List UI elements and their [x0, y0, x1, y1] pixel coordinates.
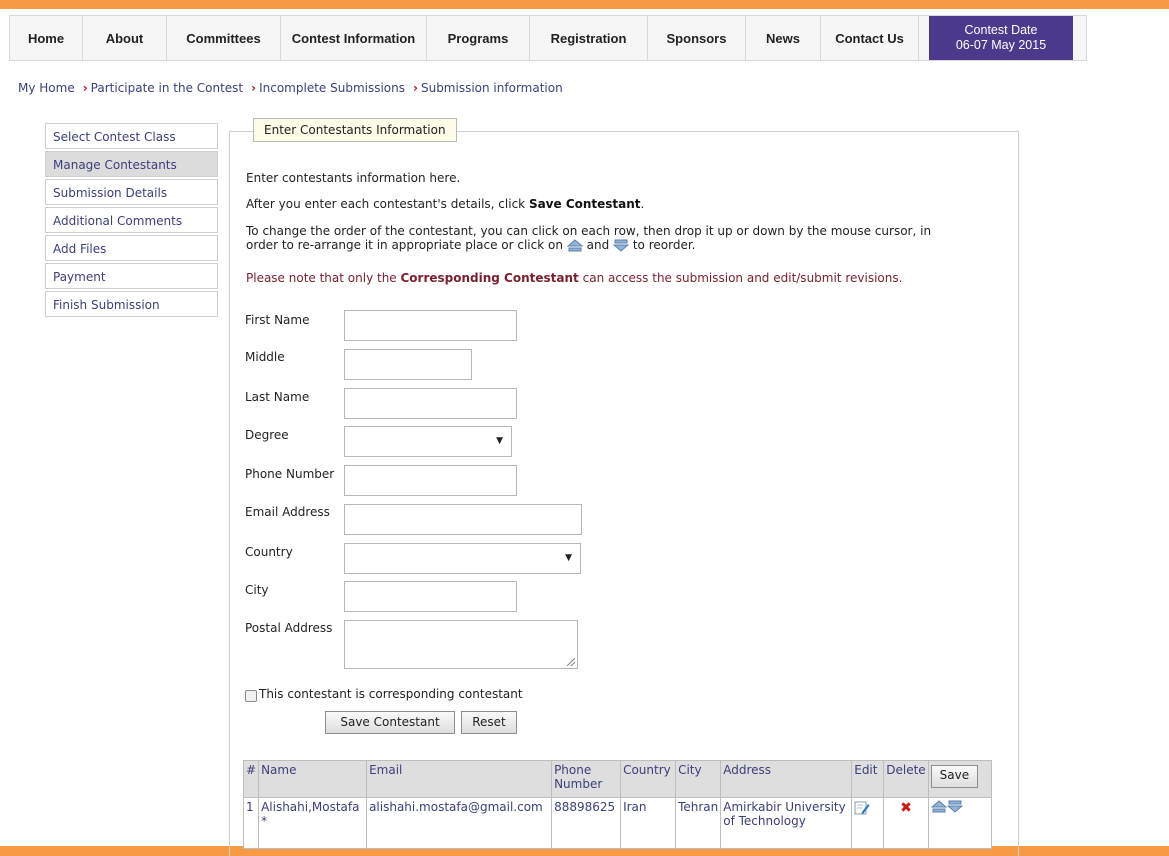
cell-number: 1: [242, 797, 260, 849]
nav-programs[interactable]: Programs: [427, 16, 530, 60]
col-header-edit: Edit: [851, 760, 885, 798]
save-hint-suffix: .: [640, 197, 645, 211]
top-navigation: Home About Committees Contest Informatio…: [9, 15, 1087, 61]
col-header-email: Email: [366, 760, 553, 798]
col-header-save: Save: [927, 760, 992, 798]
cell-email: alishahi.mostafa@gmail.com: [366, 797, 553, 849]
nav-committees[interactable]: Committees: [167, 16, 281, 60]
last-name-input[interactable]: [344, 388, 517, 419]
cell-city: Tehran: [675, 797, 722, 849]
resize-grip-icon[interactable]: [567, 658, 575, 666]
contestants-table: # Name Email Phone Number Country City A…: [242, 760, 992, 849]
country-select[interactable]: [344, 543, 581, 574]
phone-number-input[interactable]: [344, 465, 517, 496]
col-header-phone: Phone Number: [551, 760, 622, 798]
postal-address-label: Postal Address: [245, 621, 333, 635]
cell-name: Alishahi,Mostafa *: [258, 797, 368, 849]
move-down-icon[interactable]: [946, 800, 964, 813]
save-hint: After you enter each contestant's detail…: [246, 197, 644, 211]
first-name-input[interactable]: [344, 310, 517, 341]
page-frame: Home About Committees Contest Informatio…: [0, 9, 1169, 856]
breadcrumb-participate[interactable]: Participate in the Contest: [91, 81, 243, 95]
reset-button[interactable]: Reset: [461, 711, 517, 734]
sidebar-item-add-files[interactable]: Add Files: [45, 235, 218, 261]
cell-phone: 88898625: [551, 797, 622, 849]
city-label: City: [245, 583, 269, 597]
save-contestant-button[interactable]: Save Contestant: [325, 711, 455, 734]
reorder-hint-prefix: order to re-arrange it in appropriate pl…: [246, 238, 563, 252]
panel-legend: Enter Contestants Information: [253, 118, 457, 142]
reorder-hint-suffix: to reorder.: [632, 238, 696, 252]
chevron-right-icon: ›: [413, 81, 418, 95]
arrow-up-icon: [566, 239, 583, 252]
save-hint-prefix: After you enter each contestant's detail…: [246, 197, 529, 211]
postal-address-textarea[interactable]: [344, 620, 578, 669]
sidebar-item-submission-details[interactable]: Submission Details: [45, 179, 218, 205]
chevron-right-icon: ›: [82, 81, 88, 95]
note-prefix: Please note that only the: [246, 271, 401, 285]
submission-sidebar: Select Contest Class Manage Contestants …: [45, 123, 218, 319]
email-address-input[interactable]: [344, 504, 582, 535]
note-suffix: can access the submission and edit/submi…: [578, 271, 903, 285]
nav-home[interactable]: Home: [10, 16, 83, 60]
sidebar-item-finish-submission[interactable]: Finish Submission: [45, 291, 218, 317]
reorder-hint: To change the order of the contestant, y…: [246, 224, 931, 252]
first-name-label: First Name: [245, 313, 310, 327]
col-header-delete: Delete: [883, 760, 929, 798]
cell-reorder: [927, 797, 992, 849]
reorder-hint-line1: To change the order of the contestant, y…: [246, 224, 932, 238]
corresponding-note: Please note that only the Corresponding …: [246, 271, 902, 285]
email-address-label: Email Address: [245, 505, 330, 519]
nav-sponsors[interactable]: Sponsors: [648, 16, 746, 60]
cell-address: Amirkabir University of Technology: [720, 797, 853, 849]
move-up-icon[interactable]: [930, 800, 948, 813]
breadcrumb: My Home › Participate in the Contest › Incom…: [18, 81, 563, 95]
edit-icon[interactable]: [854, 800, 870, 816]
col-header-city: City: [675, 760, 722, 798]
breadcrumb-incomplete-submissions[interactable]: Incomplete Submissions: [259, 81, 405, 95]
reorder-hint-and: and: [586, 238, 610, 252]
reorder-hint-line2: order to re-arrange it in appropriate pl…: [246, 238, 931, 252]
contest-date-value: 06-07 May 2015: [955, 38, 1047, 52]
nav-registration[interactable]: Registration: [530, 16, 648, 60]
cell-country: Iran: [620, 797, 677, 849]
col-header-address: Address: [720, 760, 853, 798]
table-row[interactable]: 1 Alishahi,Mostafa * alishahi.mostafa@gm…: [242, 797, 992, 849]
middle-name-input[interactable]: [344, 349, 472, 380]
col-header-number: #: [242, 760, 260, 798]
nav-contact-us[interactable]: Contact Us: [821, 16, 919, 60]
sidebar-item-select-contest-class[interactable]: Select Contest Class: [45, 123, 218, 149]
nav-contest-information[interactable]: Contest Information: [281, 16, 427, 60]
sidebar-item-additional-comments[interactable]: Additional Comments: [45, 207, 218, 233]
breadcrumb-my-home[interactable]: My Home: [18, 81, 75, 95]
contest-date-label: Contest Date: [964, 23, 1038, 37]
corresponding-checkbox-label: This contestant is corresponding contest…: [259, 687, 523, 701]
arrow-down-icon: [613, 239, 630, 252]
col-header-country: Country: [620, 760, 677, 798]
cell-edit: [851, 797, 885, 849]
degree-label: Degree: [245, 428, 289, 442]
corresponding-checkbox[interactable]: [245, 690, 257, 702]
sidebar-item-payment[interactable]: Payment: [45, 263, 218, 289]
note-bold: Corresponding Contestant: [400, 271, 579, 285]
save-hint-bold: Save Contestant: [528, 197, 641, 211]
table-save-button[interactable]: Save: [930, 765, 979, 788]
col-header-name: Name: [258, 760, 368, 798]
cell-delete: ✖: [883, 797, 929, 849]
chevron-right-icon: ›: [251, 81, 257, 95]
last-name-label: Last Name: [245, 390, 310, 404]
city-input[interactable]: [344, 581, 517, 612]
delete-icon[interactable]: ✖: [900, 800, 912, 816]
nav-news[interactable]: News: [746, 16, 821, 60]
middle-label: Middle: [245, 350, 285, 364]
breadcrumb-current: Submission information: [420, 81, 563, 95]
contest-date-badge: Contest Date 06-07 May 2015: [929, 16, 1073, 60]
country-label: Country: [245, 545, 293, 559]
nav-about[interactable]: About: [83, 16, 167, 60]
degree-select[interactable]: [344, 426, 512, 457]
intro-text: Enter contestants information here.: [246, 171, 461, 185]
sidebar-item-manage-contestants[interactable]: Manage Contestants: [45, 151, 218, 177]
table-header-row: # Name Email Phone Number Country City A…: [242, 760, 992, 798]
phone-number-label: Phone Number: [245, 467, 335, 481]
